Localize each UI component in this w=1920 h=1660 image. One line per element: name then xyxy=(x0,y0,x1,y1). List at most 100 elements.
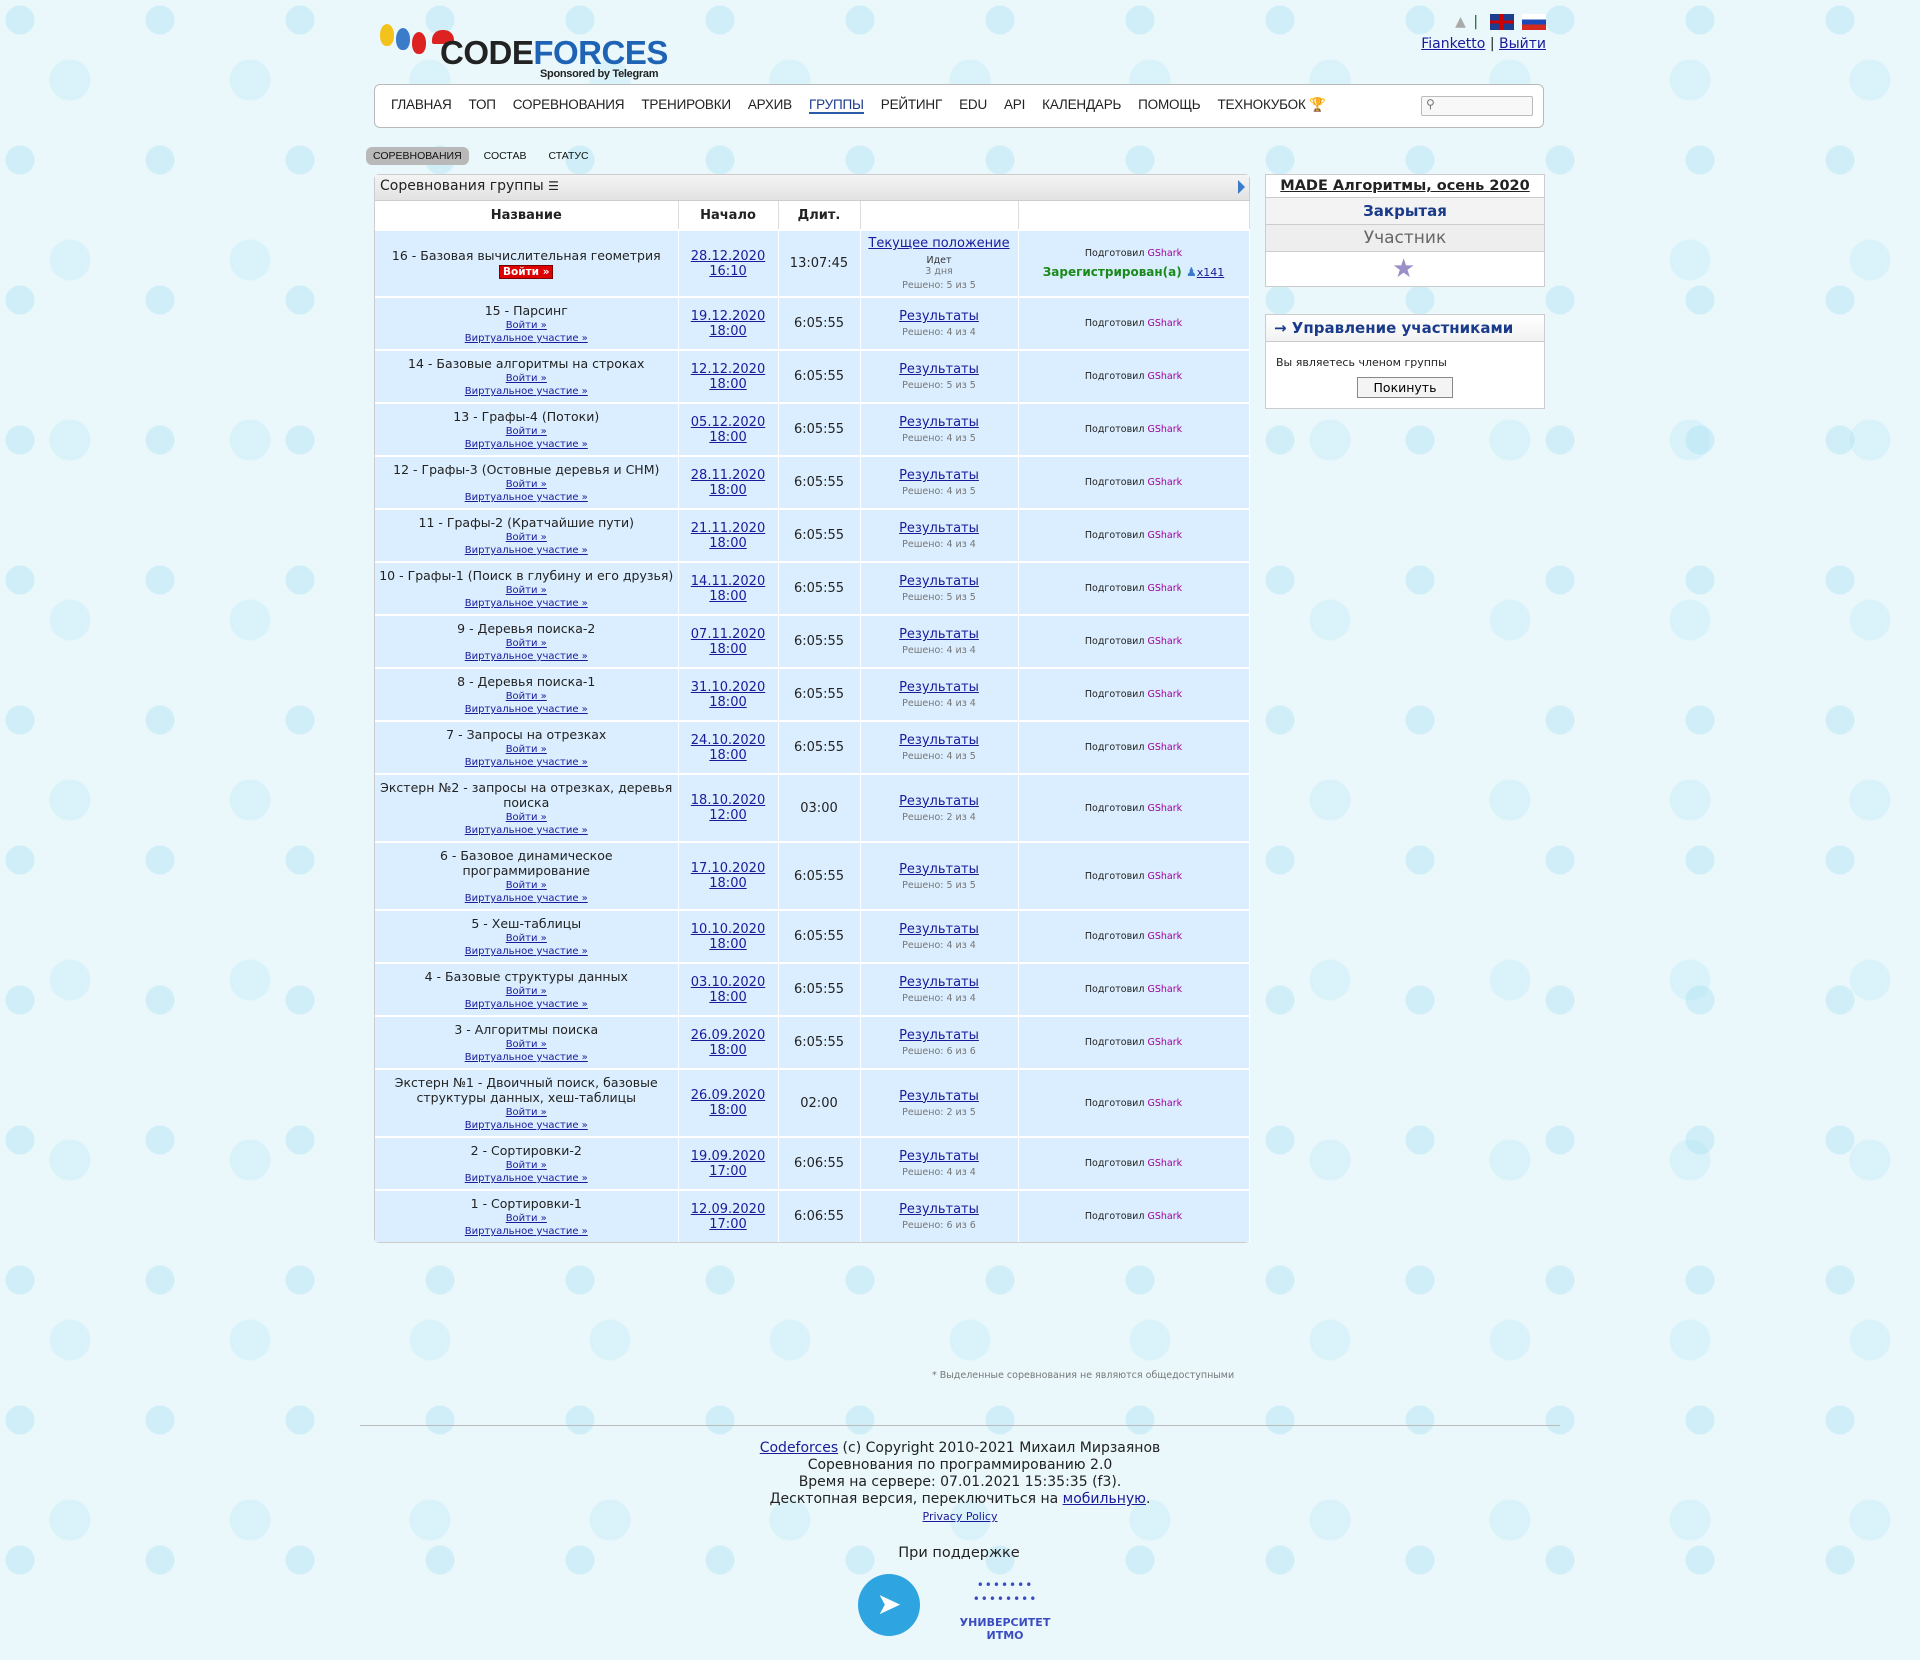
enter-link[interactable]: Войти » xyxy=(378,812,675,823)
start-date-link[interactable]: 26.09.2020 18:00 xyxy=(691,1028,765,1058)
virtual-participation-link[interactable]: Виртуальное участие » xyxy=(378,598,675,609)
results-link[interactable]: Результаты xyxy=(899,733,979,748)
nav-edu[interactable]: EDU xyxy=(959,97,987,114)
author-link[interactable]: GShark xyxy=(1147,803,1182,814)
virtual-participation-link[interactable]: Виртуальное участие » xyxy=(378,825,675,836)
subtab-contests[interactable]: СОРЕВНОВАНИЯ xyxy=(366,147,469,165)
start-date-link[interactable]: 12.09.2020 17:00 xyxy=(691,1202,765,1232)
start-date-link[interactable]: 17.10.2020 18:00 xyxy=(691,861,765,891)
virtual-participation-link[interactable]: Виртуальное участие » xyxy=(378,651,675,662)
results-link[interactable]: Результаты xyxy=(899,680,979,695)
virtual-participation-link[interactable]: Виртуальное участие » xyxy=(378,946,675,957)
nav-top[interactable]: ТОП xyxy=(469,97,496,114)
results-link[interactable]: Результаты xyxy=(899,1202,979,1217)
results-link[interactable]: Результаты xyxy=(899,1028,979,1043)
enter-link[interactable]: Войти » xyxy=(378,744,675,755)
enter-link[interactable]: Войти » xyxy=(378,479,675,490)
enter-link[interactable]: Войти » xyxy=(378,1039,675,1050)
enter-link[interactable]: Войти » xyxy=(378,585,675,596)
virtual-participation-link[interactable]: Виртуальное участие » xyxy=(378,492,675,503)
results-link[interactable]: Результаты xyxy=(899,521,979,536)
enter-link[interactable]: Войти » xyxy=(378,373,675,384)
enter-link[interactable]: Войти » xyxy=(378,1160,675,1171)
enter-link[interactable]: Войти » xyxy=(378,426,675,437)
results-link[interactable]: Результаты xyxy=(899,627,979,642)
start-date-link[interactable]: 10.10.2020 18:00 xyxy=(691,922,765,952)
author-link[interactable]: GShark xyxy=(1147,477,1182,488)
results-link[interactable]: Результаты xyxy=(899,1089,979,1104)
author-link[interactable]: GShark xyxy=(1147,371,1182,382)
start-date-link[interactable]: 26.09.2020 18:00 xyxy=(691,1088,765,1118)
start-date-link[interactable]: 24.10.2020 18:00 xyxy=(691,733,765,763)
itmo-logo[interactable]: ••••••• •••••••• УНИВЕРСИТЕТ ИТМО xyxy=(950,1578,1060,1642)
start-date-link[interactable]: 28.12.2020 16:10 xyxy=(691,249,765,279)
nav-contests[interactable]: СОРЕВНОВАНИЯ xyxy=(513,97,625,114)
expand-arrow-icon[interactable] xyxy=(1238,180,1245,194)
start-date-link[interactable]: 19.09.2020 17:00 xyxy=(691,1149,765,1179)
nav-technocup[interactable]: ТЕХНОКУБОК 🏆 xyxy=(1217,97,1326,114)
leave-button[interactable]: Покинуть xyxy=(1356,377,1454,398)
logout-link[interactable]: Выйти xyxy=(1499,36,1546,52)
nav-help[interactable]: ПОМОЩЬ xyxy=(1138,97,1200,114)
subtab-status[interactable]: СТАТУС xyxy=(541,147,595,165)
privacy-policy-link[interactable]: Privacy Policy xyxy=(923,1510,998,1523)
list-icon[interactable]: ☰ xyxy=(548,179,559,193)
enter-link[interactable]: Войти » xyxy=(378,532,675,543)
enter-link[interactable]: Войти » xyxy=(378,933,675,944)
virtual-participation-link[interactable]: Виртуальное участие » xyxy=(378,1226,675,1237)
author-link[interactable]: GShark xyxy=(1147,583,1182,594)
results-link[interactable]: Результаты xyxy=(899,862,979,877)
author-link[interactable]: GShark xyxy=(1147,742,1182,753)
start-date-link[interactable]: 03.10.2020 18:00 xyxy=(691,975,765,1005)
results-link[interactable]: Результаты xyxy=(899,1149,979,1164)
russian-flag-icon[interactable] xyxy=(1522,14,1546,30)
start-date-link[interactable]: 21.11.2020 18:00 xyxy=(691,521,765,551)
user-link[interactable]: Fianketto xyxy=(1421,36,1485,52)
results-link[interactable]: Результаты xyxy=(899,922,979,937)
enter-link[interactable]: Войти » xyxy=(378,320,675,331)
virtual-participation-link[interactable]: Виртуальное участие » xyxy=(378,1120,675,1131)
author-link[interactable]: GShark xyxy=(1147,248,1182,259)
author-link[interactable]: GShark xyxy=(1147,1037,1182,1048)
results-link[interactable]: Результаты xyxy=(899,362,979,377)
author-link[interactable]: GShark xyxy=(1147,1098,1182,1109)
search-input[interactable]: ⚲ xyxy=(1421,96,1533,116)
virtual-participation-link[interactable]: Виртуальное участие » xyxy=(378,386,675,397)
start-date-link[interactable]: 07.11.2020 18:00 xyxy=(691,627,765,657)
results-link[interactable]: Результаты xyxy=(899,415,979,430)
virtual-participation-link[interactable]: Виртуальное участие » xyxy=(378,757,675,768)
author-link[interactable]: GShark xyxy=(1147,689,1182,700)
start-date-link[interactable]: 31.10.2020 18:00 xyxy=(691,680,765,710)
author-link[interactable]: GShark xyxy=(1147,636,1182,647)
author-link[interactable]: GShark xyxy=(1147,530,1182,541)
nav-archive[interactable]: АРХИВ xyxy=(748,97,792,114)
results-link[interactable]: Результаты xyxy=(899,468,979,483)
enter-contest-button[interactable]: Войти » xyxy=(499,265,554,279)
author-link[interactable]: GShark xyxy=(1147,871,1182,882)
virtual-participation-link[interactable]: Виртуальное участие » xyxy=(378,1173,675,1184)
nav-gym[interactable]: ТРЕНИРОВКИ xyxy=(641,97,731,114)
start-date-link[interactable]: 28.11.2020 18:00 xyxy=(691,468,765,498)
author-link[interactable]: GShark xyxy=(1147,424,1182,435)
author-link[interactable]: GShark xyxy=(1147,1158,1182,1169)
virtual-participation-link[interactable]: Виртуальное участие » xyxy=(378,704,675,715)
virtual-participation-link[interactable]: Виртуальное участие » xyxy=(378,545,675,556)
start-date-link[interactable]: 12.12.2020 18:00 xyxy=(691,362,765,392)
subtab-members[interactable]: СОСТАВ xyxy=(477,147,534,165)
enter-link[interactable]: Войти » xyxy=(378,638,675,649)
telegram-logo-icon[interactable]: ➤ xyxy=(858,1574,920,1636)
start-date-link[interactable]: 14.11.2020 18:00 xyxy=(691,574,765,604)
virtual-participation-link[interactable]: Виртуальное участие » xyxy=(378,999,675,1010)
results-link[interactable]: Результаты xyxy=(899,574,979,589)
results-link[interactable]: Результаты xyxy=(899,794,979,809)
nav-api[interactable]: API xyxy=(1004,97,1025,114)
enter-link[interactable]: Войти » xyxy=(378,880,675,891)
start-date-link[interactable]: 05.12.2020 18:00 xyxy=(691,415,765,445)
results-link[interactable]: Результаты xyxy=(899,309,979,324)
english-flag-icon[interactable] xyxy=(1489,14,1514,30)
enter-link[interactable]: Войти » xyxy=(378,986,675,997)
nav-calendar[interactable]: КАЛЕНДАРЬ xyxy=(1042,97,1121,114)
author-link[interactable]: GShark xyxy=(1147,318,1182,329)
nav-rating[interactable]: РЕЙТИНГ xyxy=(881,97,943,114)
codeforces-logo[interactable]: CODEFORCES Sponsored by Telegram xyxy=(372,8,672,80)
